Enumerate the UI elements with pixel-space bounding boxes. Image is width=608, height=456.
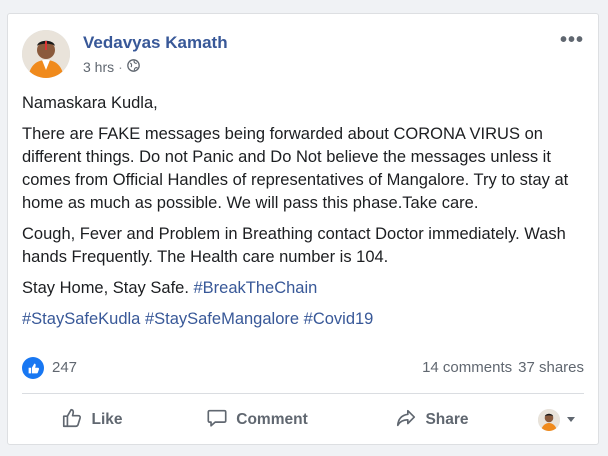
post-paragraph-4-text: Stay Home, Stay Safe. xyxy=(22,279,194,297)
share-button[interactable]: Share xyxy=(352,407,512,434)
post-paragraph-3: Cough, Fever and Problem in Breathing co… xyxy=(22,225,566,266)
post-actions: Like Comment Share xyxy=(22,402,584,438)
post-paragraph-4: Stay Home, Stay Safe. #BreakTheChain xyxy=(22,277,584,300)
post-body: Namaskara Kudla, There are FAKE messages… xyxy=(22,92,584,339)
post-paragraph-1: Namaskara Kudla, xyxy=(22,94,158,112)
comment-label: Comment xyxy=(236,411,308,428)
post-card: Vedavyas Kamath 3 hrs · ••• Namaskara Ku… xyxy=(7,13,599,445)
comment-button[interactable]: Comment xyxy=(162,407,352,434)
post-paragraph-2: There are FAKE messages being forwarded … xyxy=(22,125,569,212)
thumbs-up-icon xyxy=(61,407,83,434)
hashtag-staysafemangalore[interactable]: #StaySafeMangalore xyxy=(145,310,299,328)
globe-icon xyxy=(126,59,140,75)
engagement-counts: 14 comments 37 shares xyxy=(422,359,584,376)
hashtag-breakthechain[interactable]: #BreakTheChain xyxy=(194,279,318,297)
share-count[interactable]: 37 shares xyxy=(518,359,584,376)
comment-bubble-icon xyxy=(206,407,228,434)
caret-down-icon xyxy=(566,411,576,429)
hashtag-staysafekudla[interactable]: #StaySafeKudla xyxy=(22,310,140,328)
like-reaction-icon[interactable] xyxy=(22,357,44,379)
post-as-selector[interactable] xyxy=(538,409,584,431)
meta-separator: · xyxy=(118,59,123,75)
actions-divider xyxy=(22,393,584,394)
viewer-avatar xyxy=(538,409,560,431)
post-header: Vedavyas Kamath 3 hrs · ••• xyxy=(22,30,586,80)
post-time[interactable]: 3 hrs xyxy=(83,59,114,75)
author-name[interactable]: Vedavyas Kamath xyxy=(83,33,228,53)
like-count[interactable]: 247 xyxy=(52,359,77,376)
author-avatar[interactable] xyxy=(22,30,70,78)
share-arrow-icon xyxy=(395,407,417,434)
post-stats: 247 14 comments 37 shares xyxy=(22,357,584,381)
post-meta: 3 hrs · xyxy=(83,59,140,75)
like-button[interactable]: Like xyxy=(22,407,162,434)
more-options-icon[interactable]: ••• xyxy=(560,30,584,50)
comment-count[interactable]: 14 comments xyxy=(422,359,512,376)
like-label: Like xyxy=(91,411,123,428)
share-label: Share xyxy=(425,411,469,428)
hashtag-covid19[interactable]: #Covid19 xyxy=(304,310,374,328)
hashtag-line: #StaySafeKudla #StaySafeMangalore #Covid… xyxy=(22,308,584,331)
